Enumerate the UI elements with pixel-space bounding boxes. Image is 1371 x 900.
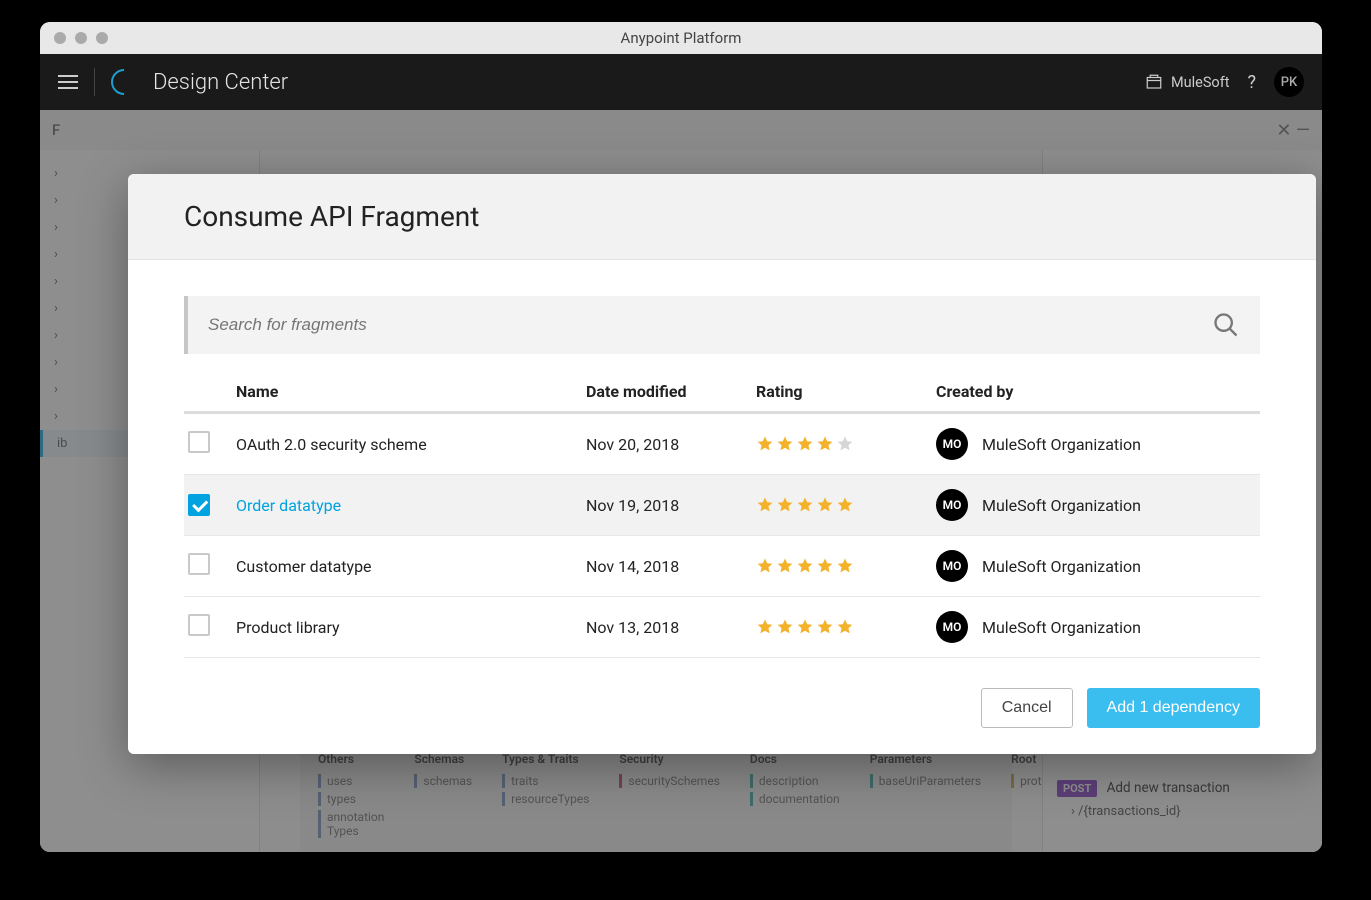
star-icon bbox=[776, 557, 794, 575]
user-avatar[interactable]: PK bbox=[1274, 67, 1304, 97]
star-icon bbox=[776, 618, 794, 636]
fragment-date: Nov 14, 2018 bbox=[586, 557, 756, 576]
creator-avatar: MO bbox=[936, 489, 968, 521]
fragment-rating bbox=[756, 618, 936, 636]
fragment-name: Customer datatype bbox=[236, 557, 586, 576]
header-right: MuleSoft ? PK bbox=[1145, 67, 1304, 97]
star-icon bbox=[816, 557, 834, 575]
search-bar bbox=[184, 296, 1260, 354]
star-icon bbox=[776, 435, 794, 453]
table-row[interactable]: Customer datatype Nov 14, 2018 MO MuleSo… bbox=[184, 536, 1260, 597]
add-dependency-button[interactable]: Add 1 dependency bbox=[1087, 688, 1260, 728]
column-date: Date modified bbox=[586, 382, 756, 401]
organization-icon bbox=[1145, 73, 1163, 91]
modal-header: Consume API Fragment bbox=[128, 174, 1316, 260]
search-input[interactable] bbox=[208, 315, 1212, 335]
column-creator: Created by bbox=[936, 382, 1256, 401]
consume-fragment-modal: Consume API Fragment Name Date modified … bbox=[128, 174, 1316, 754]
creator-label: MuleSoft Organization bbox=[982, 496, 1141, 515]
creator-avatar: MO bbox=[936, 611, 968, 643]
search-icon[interactable] bbox=[1212, 311, 1240, 339]
creator-avatar: MO bbox=[936, 550, 968, 582]
window-title: Anypoint Platform bbox=[40, 29, 1322, 47]
row-checkbox[interactable] bbox=[188, 553, 210, 575]
star-icon bbox=[836, 618, 854, 636]
table-row[interactable]: Product library Nov 13, 2018 MO MuleSoft… bbox=[184, 597, 1260, 658]
fragment-rating bbox=[756, 557, 936, 575]
star-icon bbox=[796, 435, 814, 453]
creator-label: MuleSoft Organization bbox=[982, 435, 1141, 454]
creator-avatar: MO bbox=[936, 428, 968, 460]
app-title: Design Center bbox=[153, 70, 288, 95]
table-header: Name Date modified Rating Created by bbox=[184, 372, 1260, 414]
table-row[interactable]: OAuth 2.0 security scheme Nov 20, 2018 M… bbox=[184, 414, 1260, 475]
modal-title: Consume API Fragment bbox=[184, 200, 1260, 233]
star-icon bbox=[796, 496, 814, 514]
app-window: Anypoint Platform Design Center MuleSoft… bbox=[40, 22, 1322, 852]
fragment-rating bbox=[756, 435, 936, 453]
fragment-creator: MO MuleSoft Organization bbox=[936, 550, 1256, 582]
hamburger-menu-icon[interactable] bbox=[58, 75, 78, 89]
star-icon bbox=[836, 435, 854, 453]
fragments-table: Name Date modified Rating Created by OAu… bbox=[184, 372, 1260, 658]
star-icon bbox=[816, 435, 834, 453]
star-icon bbox=[756, 496, 774, 514]
fragment-name: Product library bbox=[236, 618, 586, 637]
creator-label: MuleSoft Organization bbox=[982, 618, 1141, 637]
modal-footer: Cancel Add 1 dependency bbox=[128, 668, 1316, 754]
row-checkbox[interactable] bbox=[188, 614, 210, 636]
star-icon bbox=[816, 496, 834, 514]
row-checkbox[interactable] bbox=[188, 431, 210, 453]
table-row[interactable]: Order datatype Nov 19, 2018 MO MuleSoft … bbox=[184, 475, 1260, 536]
fragment-rating bbox=[756, 496, 936, 514]
titlebar: Anypoint Platform bbox=[40, 22, 1322, 54]
fragment-date: Nov 20, 2018 bbox=[586, 435, 756, 454]
star-icon bbox=[796, 557, 814, 575]
fragment-name: OAuth 2.0 security scheme bbox=[236, 435, 586, 454]
fragment-creator: MO MuleSoft Organization bbox=[936, 611, 1256, 643]
column-rating: Rating bbox=[756, 382, 936, 401]
fragment-creator: MO MuleSoft Organization bbox=[936, 489, 1256, 521]
star-icon bbox=[776, 496, 794, 514]
star-icon bbox=[816, 618, 834, 636]
organization-link[interactable]: MuleSoft bbox=[1145, 73, 1230, 91]
divider bbox=[94, 68, 95, 96]
cancel-button[interactable]: Cancel bbox=[981, 688, 1073, 728]
star-icon bbox=[796, 618, 814, 636]
fragment-date: Nov 13, 2018 bbox=[586, 618, 756, 637]
star-icon bbox=[756, 618, 774, 636]
star-icon bbox=[756, 557, 774, 575]
fragment-creator: MO MuleSoft Organization bbox=[936, 428, 1256, 460]
creator-label: MuleSoft Organization bbox=[982, 557, 1141, 576]
star-icon bbox=[756, 435, 774, 453]
star-icon bbox=[836, 496, 854, 514]
app-header: Design Center MuleSoft ? PK bbox=[40, 54, 1322, 110]
organization-label: MuleSoft bbox=[1171, 74, 1230, 91]
fragment-name: Order datatype bbox=[236, 496, 586, 515]
design-center-logo-icon bbox=[106, 64, 143, 101]
column-name: Name bbox=[236, 382, 586, 401]
row-checkbox[interactable] bbox=[188, 494, 210, 516]
fragment-date: Nov 19, 2018 bbox=[586, 496, 756, 515]
help-icon[interactable]: ? bbox=[1247, 72, 1256, 93]
modal-body: Name Date modified Rating Created by OAu… bbox=[128, 260, 1316, 668]
star-icon bbox=[836, 557, 854, 575]
